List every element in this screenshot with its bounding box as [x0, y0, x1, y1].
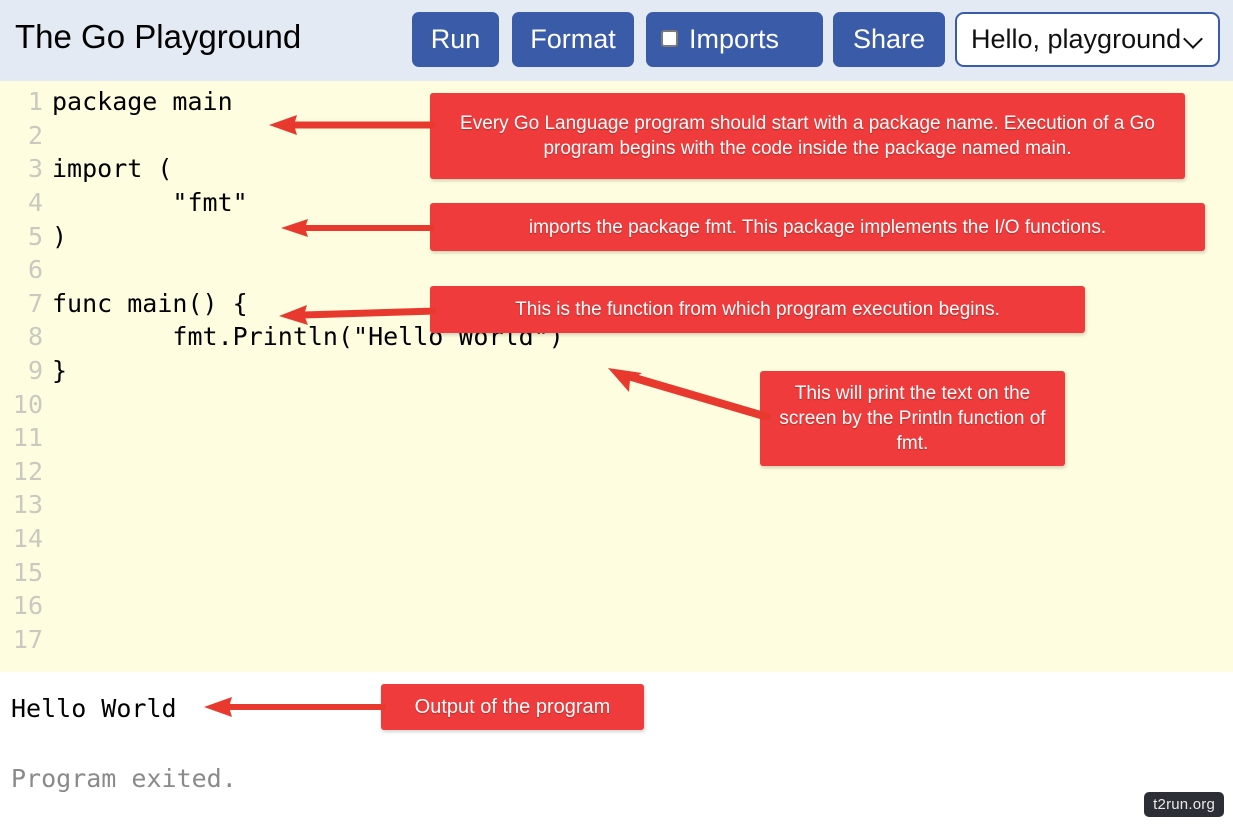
line-number: 11 [12, 423, 43, 453]
example-select[interactable]: Hello, playground [955, 12, 1220, 67]
annotation-output: Output of the program [381, 684, 644, 730]
line-code: "fmt" [52, 188, 248, 218]
line-number: 14 [12, 524, 43, 554]
example-select-value: Hello, playground [971, 24, 1182, 54]
line-number: 15 [12, 557, 43, 587]
code-line[interactable]: 17 [0, 623, 1233, 657]
imports-toggle-button[interactable]: Imports [646, 12, 823, 67]
imports-label: Imports [689, 24, 780, 54]
line-number: 17 [12, 624, 43, 654]
code-line[interactable]: 6 [0, 253, 1233, 287]
line-code: package main [52, 87, 233, 117]
line-code: func main() { [52, 288, 248, 318]
annotation-println: This will print the text on the screen b… [760, 371, 1065, 466]
annotation-import: imports the package fmt. This package im… [430, 203, 1205, 251]
line-number: 12 [12, 456, 43, 486]
line-code: } [52, 356, 68, 386]
code-line[interactable]: 14 [0, 522, 1233, 556]
code-line[interactable]: 15 [0, 555, 1233, 589]
watermark: t2run.org [1144, 792, 1224, 817]
annotation-package: Every Go Language program should start w… [430, 93, 1185, 179]
line-number: 10 [12, 389, 43, 419]
share-button[interactable]: Share [833, 12, 945, 67]
line-number: 2 [27, 120, 43, 150]
go-playground-page: The Go Playground Run Format Imports Sha… [0, 0, 1233, 827]
format-button[interactable]: Format [512, 12, 634, 67]
imports-checkbox[interactable] [661, 29, 678, 47]
line-number: 6 [27, 255, 43, 285]
code-line[interactable]: 16 [0, 589, 1233, 623]
code-line[interactable]: 13 [0, 488, 1233, 522]
line-number: 7 [27, 288, 43, 318]
app-header: The Go Playground Run Format Imports Sha… [0, 0, 1233, 81]
program-output: Hello World [11, 694, 177, 723]
annotation-func: This is the function from which program … [430, 286, 1085, 333]
line-number: 16 [12, 591, 43, 621]
program-status: Program exited. [11, 764, 237, 793]
line-number: 1 [27, 87, 43, 117]
line-number: 9 [27, 356, 43, 386]
line-code: import ( [52, 154, 173, 184]
line-number: 4 [27, 188, 43, 218]
line-code: ) [52, 221, 68, 251]
line-number: 3 [27, 154, 43, 184]
line-number: 13 [12, 490, 43, 520]
line-number: 5 [27, 221, 43, 251]
page-title: The Go Playground [15, 18, 302, 55]
line-number: 8 [27, 322, 43, 352]
chevron-down-icon [1184, 30, 1204, 50]
run-button[interactable]: Run [412, 12, 499, 67]
